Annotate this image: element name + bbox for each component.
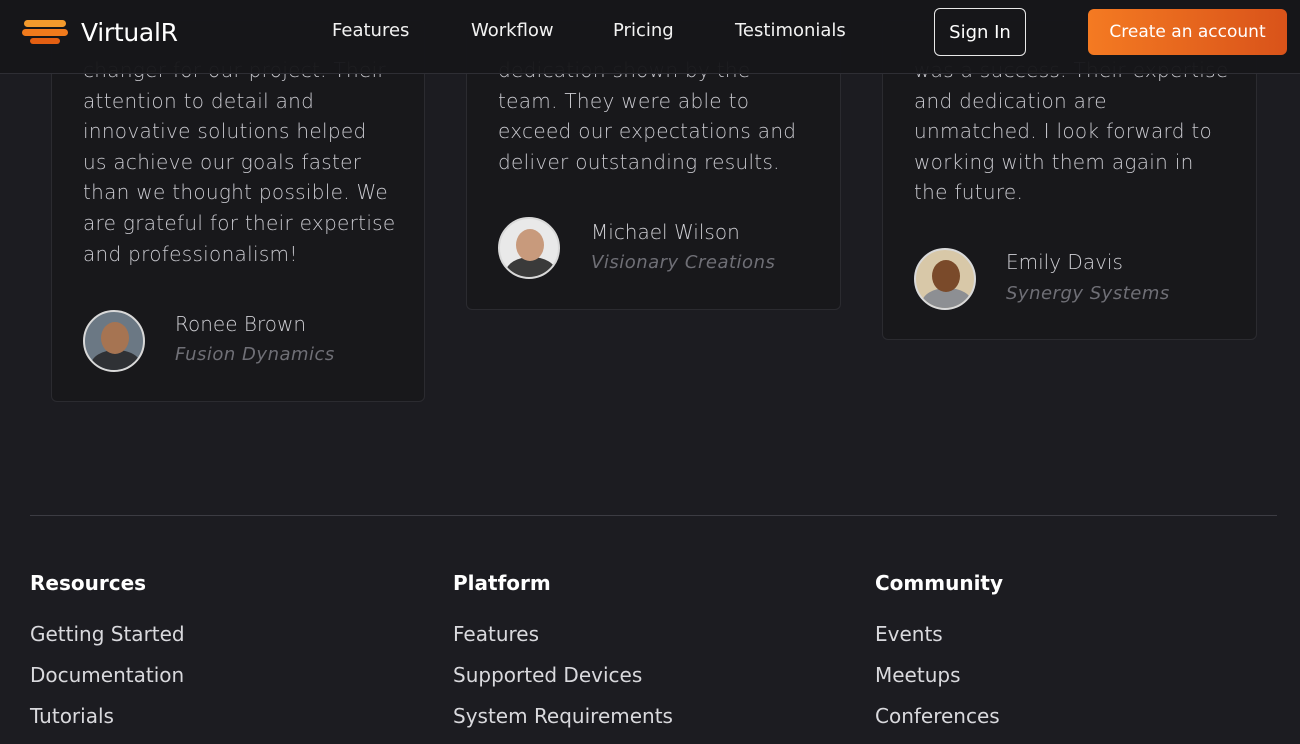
quote-line: working with them again in (914, 149, 1194, 174)
footer-link-conferences[interactable]: Conferences (875, 704, 1000, 728)
testimonial-card-1: changer for our project. Their attention… (51, 20, 425, 402)
quote-line: and professionalism! (83, 241, 298, 266)
author-name: Ronee Brown (175, 312, 307, 336)
author-company: Visionary Creations (591, 252, 776, 273)
logo-icon (22, 17, 68, 47)
nav-pricing[interactable]: Pricing (613, 20, 674, 41)
quote-line: than we thought possible. We (83, 180, 389, 205)
avatar (83, 310, 145, 372)
footer-divider (30, 515, 1277, 516)
quote-line: unmatched. I look forward to (914, 119, 1213, 144)
quote-line: are grateful for their expertise (83, 210, 396, 235)
author-company: Fusion Dynamics (175, 344, 335, 365)
quote-line: us achieve our goals faster (83, 149, 362, 174)
brand-name: VirtualR (81, 17, 178, 47)
footer-link-supported-devices[interactable]: Supported Devices (453, 663, 642, 687)
quote-line: attention to detail and (83, 88, 315, 113)
avatar (914, 248, 976, 310)
quote-line: exceed our expectations and (498, 119, 797, 144)
author-name: Emily Davis (1006, 250, 1123, 274)
nav-workflow[interactable]: Workflow (471, 20, 554, 41)
author-company: Synergy Systems (1006, 283, 1170, 304)
quote-line: deliver outstanding results. (498, 149, 780, 174)
author-name: Michael Wilson (591, 220, 740, 244)
avatar (498, 217, 560, 279)
testimonial-quote: changer for our project. Their attention… (83, 55, 396, 269)
quote-line: innovative solutions helped (83, 119, 367, 144)
footer-heading-resources: Resources (30, 571, 147, 595)
footer-link-events[interactable]: Events (875, 622, 943, 646)
testimonial-quote: was a success. Their expertise and dedic… (914, 55, 1228, 208)
footer-link-system-requirements[interactable]: System Requirements (453, 704, 673, 728)
footer-link-tutorials[interactable]: Tutorials (30, 704, 114, 728)
site-header: VirtualR Features Workflow Pricing Testi… (0, 0, 1300, 74)
quote-line: the future. (914, 180, 1024, 205)
footer-link-documentation[interactable]: Documentation (30, 663, 184, 687)
footer-heading-platform: Platform (453, 571, 551, 595)
nav-testimonials[interactable]: Testimonials (735, 20, 846, 41)
footer-link-meetups[interactable]: Meetups (875, 663, 961, 687)
nav-features[interactable]: Features (332, 20, 409, 41)
footer-heading-community: Community (875, 571, 1004, 595)
brand-logo[interactable]: VirtualR (22, 14, 178, 50)
quote-line: team. They were able to (498, 88, 750, 113)
footer-link-getting-started[interactable]: Getting Started (30, 622, 185, 646)
create-account-button[interactable]: Create an account (1088, 9, 1287, 55)
footer-link-features[interactable]: Features (453, 622, 539, 646)
sign-in-button[interactable]: Sign In (934, 8, 1026, 56)
quote-line: and dedication are (914, 88, 1107, 113)
